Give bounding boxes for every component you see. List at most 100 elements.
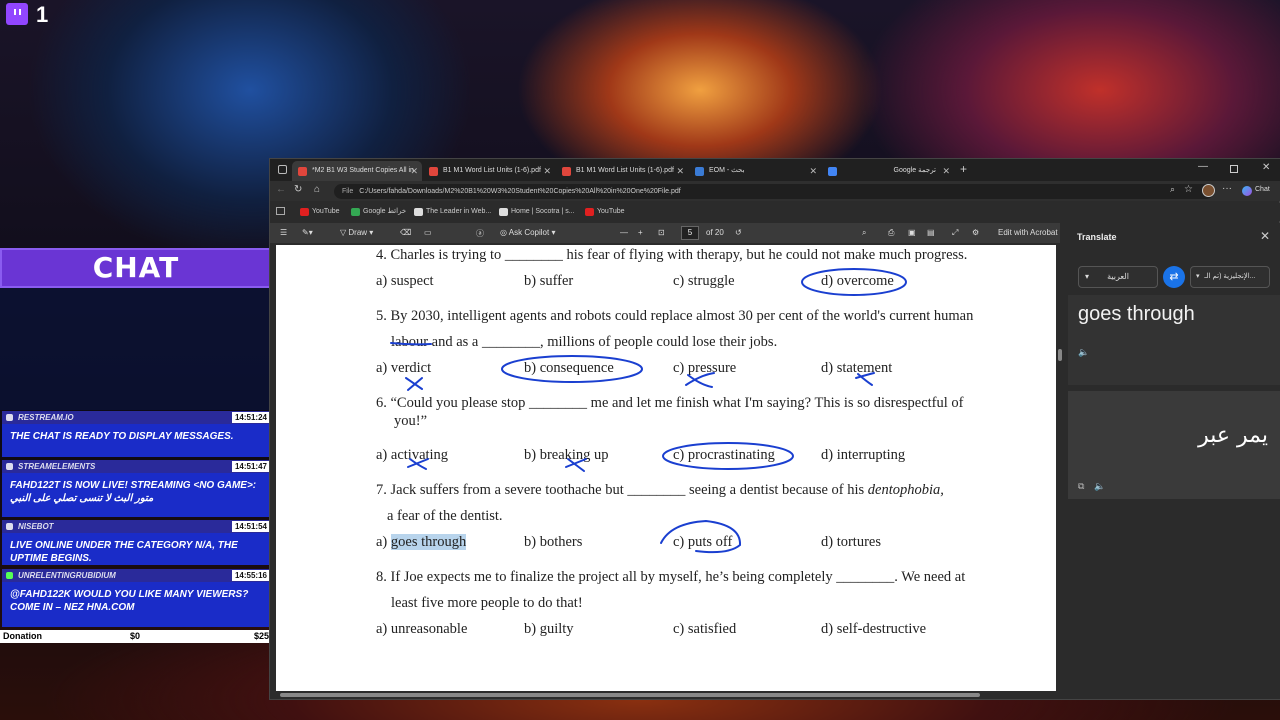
more-icon[interactable]: ··· (1222, 183, 1232, 194)
donation-current: $0 (130, 631, 141, 641)
url-text: C:/Users/fahda/Downloads/M2%20B1%20W3%20… (359, 188, 681, 195)
swap-languages-icon[interactable]: ⇄ (1163, 266, 1185, 288)
close-icon[interactable]: ✕ (809, 161, 817, 181)
platform-icon (6, 463, 13, 470)
tab-label: EOM - بحث (709, 167, 745, 174)
target-language-select[interactable]: ▾ الإنجليزية (تم الـ... (1190, 266, 1270, 288)
back-icon[interactable]: ← (276, 184, 286, 195)
bookmark-socotra[interactable]: Home | Socotra | s... (499, 207, 575, 217)
youtube-icon (300, 208, 309, 216)
tab-label: *M2 B1 W3 Student Copies All in (312, 167, 414, 174)
ink-cross-verdict (405, 377, 423, 391)
chat-message: STREAMELEMENTS 14:51:47 FAHD122T IS NOW L… (2, 460, 272, 517)
ask-copilot-button[interactable]: ◎ Ask Copilot ▾ (500, 228, 555, 237)
text-icon[interactable]: ▭ (424, 228, 432, 237)
rotate-icon[interactable]: ↺ (735, 228, 742, 237)
close-icon[interactable]: ✕ (676, 161, 684, 181)
contents-icon[interactable]: ☰ (280, 228, 287, 237)
pdf-page: 4. Charles is trying to ________ his fea… (276, 245, 1056, 691)
bookmark-youtube-2[interactable]: YouTube (585, 207, 625, 217)
ink-cross-breaking-up (565, 458, 587, 472)
read-aloud-icon[interactable]: ⓐ (476, 228, 484, 239)
tab-actions-icon[interactable] (278, 165, 287, 174)
close-icon[interactable]: ✕ (1260, 229, 1270, 243)
donation-goal: $25 (253, 631, 269, 641)
draw-button[interactable]: ▽ Draw ▾ (340, 228, 373, 237)
tab-word-list-2[interactable]: B1 M1 Word List Units (1-6).pdf ✕ (556, 161, 688, 181)
speaker-icon[interactable]: 🔈 (1078, 347, 1089, 358)
viewer-count: 1 (36, 2, 49, 27)
save-as-icon[interactable]: ▤ (927, 228, 935, 237)
tab-eom-search[interactable]: EOM - بحث ✕ (689, 161, 821, 181)
profile-avatar[interactable] (1202, 184, 1215, 197)
tab-label: B1 M1 Word List Units (1-6).pdf (443, 167, 541, 174)
fullscreen-icon[interactable]: ⤢ (952, 228, 958, 238)
zoom-in-icon[interactable]: + (638, 228, 643, 237)
highlight-icon[interactable]: ✎▾ (302, 228, 313, 237)
chat-time: 14:51:54 (231, 521, 270, 532)
refresh-icon[interactable]: ↻ (294, 184, 302, 195)
source-text: goes through (1078, 303, 1195, 325)
tab-word-list-1[interactable]: B1 M1 Word List Units (1-6).pdf ✕ (423, 161, 555, 181)
page-number-input[interactable]: 5 (681, 226, 699, 240)
tab-google-translate[interactable]: Google ترجمة ✕ (822, 161, 954, 181)
twitch-icon (6, 3, 28, 25)
ink-cross-statement (855, 372, 875, 386)
url-prefix: File (342, 188, 354, 195)
site-icon (414, 208, 423, 216)
chat-text: LIVE ONLINE UNDER THE CATEGORY N/A, THE … (10, 540, 238, 564)
chat-header: CHAT (0, 248, 272, 288)
google-translate-icon (828, 167, 837, 176)
settings-icon[interactable]: ⚙ (972, 228, 979, 237)
copy-icon[interactable]: ⧉ (1078, 481, 1084, 492)
new-tab-icon[interactable]: + (960, 162, 967, 176)
donation-label: Donation (3, 631, 42, 641)
chat-button[interactable]: Chat (1255, 186, 1270, 193)
bookmarks-icon[interactable] (276, 207, 285, 215)
bookmark-google-maps[interactable]: Google خرائط (351, 207, 406, 217)
chat-time: 14:55:16 (231, 570, 270, 581)
favorite-icon[interactable]: ☆ (1184, 184, 1193, 195)
bookmark-youtube[interactable]: YouTube (300, 207, 340, 217)
chat-username: STREAMELEMENTS (18, 462, 96, 471)
source-language-select[interactable]: ▾ العربية (1078, 266, 1158, 288)
erase-icon[interactable]: ⌫ (400, 228, 411, 237)
fit-page-icon[interactable]: ⊡ (658, 228, 665, 237)
home-icon[interactable]: ⌂ (314, 184, 320, 195)
tab-pdf-active[interactable]: *M2 B1 W3 Student Copies All in ✕ (292, 161, 422, 181)
search-icon (695, 167, 704, 176)
maximize-icon[interactable] (1230, 165, 1238, 173)
ink-cross-activating (407, 458, 429, 470)
save-icon[interactable]: ▣ (908, 228, 916, 237)
ink-underline-labour (390, 342, 432, 346)
tab-label: B1 M1 Word List Units (1-6).pdf (576, 167, 674, 174)
bookmarks-bar: YouTube Google خرائط The Leader in Web..… (270, 203, 1280, 221)
browser-window: *M2 B1 W3 Student Copies All in ✕ B1 M1 W… (269, 158, 1280, 700)
vertical-scrollbar[interactable] (1057, 245, 1063, 691)
ink-circle-puts-off (660, 519, 742, 554)
close-icon[interactable]: ✕ (543, 161, 551, 181)
chat-message: NISEBOT 14:51:54 LIVE ONLINE UNDER THE CA… (2, 520, 272, 565)
copilot-icon[interactable] (1242, 186, 1252, 196)
address-bar: ← ↻ ⌂ File C:/Users/fahda/Downloads/M2%20… (270, 181, 1280, 201)
chat-background (0, 288, 272, 410)
horizontal-scrollbar[interactable] (276, 692, 1056, 698)
page-total: of 20 (706, 228, 724, 237)
ink-circle-procrastinating (662, 442, 794, 470)
close-window-icon[interactable]: ✕ (1262, 162, 1270, 173)
zoom-out-icon[interactable]: — (620, 228, 628, 237)
chat-text: FAHD122T IS NOW LIVE! STREAMING <NO GAME… (10, 480, 257, 504)
close-icon[interactable]: ✕ (942, 161, 950, 181)
url-input[interactable]: File C:/Users/fahda/Downloads/M2%20B1%20W… (334, 184, 1214, 199)
speaker-icon[interactable]: 🔈 (1094, 481, 1105, 492)
print-icon[interactable]: ⎙ (888, 228, 894, 238)
chat-message: UNRELENTINGRUBIDIUM 14:55:16 @FAHD122K WO… (2, 569, 272, 627)
minimize-icon[interactable]: — (1198, 161, 1208, 172)
search-icon[interactable]: ⌕ (862, 228, 866, 238)
close-icon[interactable]: ✕ (410, 161, 418, 181)
chat-time: 14:51:24 (231, 412, 270, 423)
edit-with-acrobat-button[interactable]: Edit with Acrobat (998, 228, 1058, 237)
translate-pane: Translate ✕ ▾ العربية ⇄ ▾ الإنجليزية (تم ا… (1068, 223, 1280, 699)
bookmark-leader-web[interactable]: The Leader in Web... (414, 207, 491, 217)
zoom-icon[interactable]: ⌕ (1170, 184, 1175, 195)
